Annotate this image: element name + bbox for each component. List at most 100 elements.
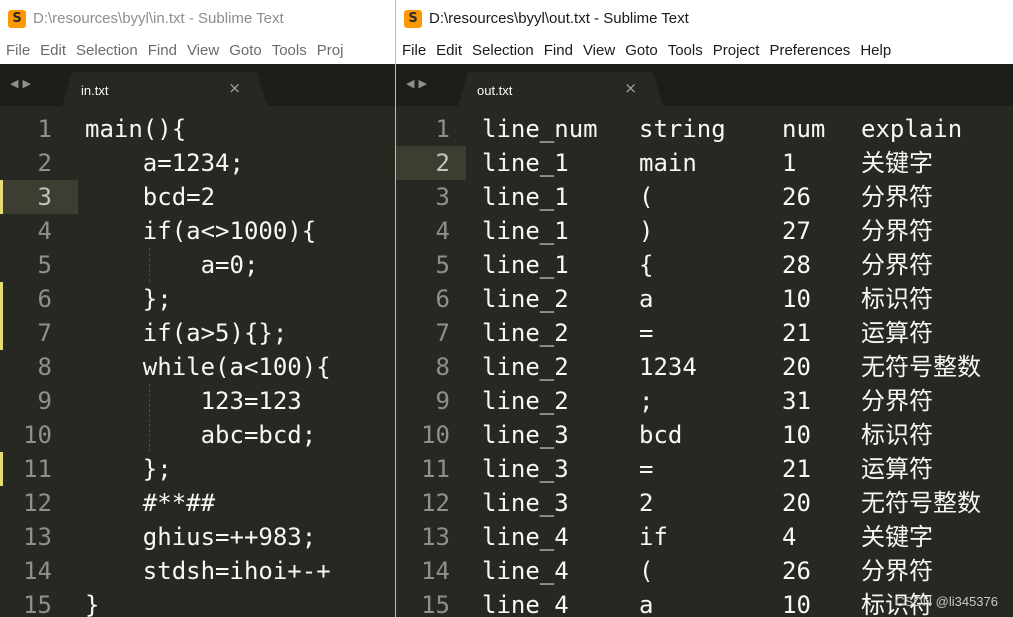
line-number: 14 [23, 557, 52, 585]
header-row: 1 line_num string num explain [396, 112, 1013, 146]
cell-string: { [639, 251, 654, 279]
cell-num: num [782, 115, 826, 143]
code-text: a=0; [85, 251, 259, 279]
menu-view[interactable]: View [581, 42, 623, 59]
code-line: 7 if(a>5){}; [0, 316, 395, 350]
cell-explain: 分界符 [861, 251, 933, 279]
menu-edit[interactable]: Edit [434, 42, 470, 59]
code-line: 8 while(a<100){ [0, 350, 395, 384]
cell-num: 31 [782, 387, 811, 415]
title-bar[interactable]: S D:\resources\byyl\out.txt - Sublime Te… [396, 0, 1013, 37]
line-number: 10 [23, 421, 52, 449]
menu-preferences[interactable]: Preferences [767, 42, 858, 59]
code-line: 13 ghius=++983; [0, 520, 395, 554]
close-icon[interactable]: × [624, 79, 637, 97]
menu-find[interactable]: Find [146, 42, 185, 59]
menu-proj[interactable]: Proj [315, 42, 352, 59]
cell-num: 26 [782, 557, 811, 585]
code-line: 3 bcd=2 [0, 180, 215, 214]
cell-num: 20 [782, 353, 811, 381]
table-row: 2 line_1 main 1 关键字 [396, 146, 1013, 180]
cell-explain: 关键字 [861, 523, 933, 551]
table-row: 12 line_3 2 20 无符号整数 [396, 486, 1013, 520]
cell-explain: 无符号整数 [861, 489, 981, 517]
line-number: 9 [37, 387, 52, 415]
code-line: 12 #**## [0, 486, 395, 520]
cell-explain: 分界符 [861, 387, 933, 415]
cell-line-num: line_1 [482, 217, 569, 245]
menu-selection[interactable]: Selection [470, 42, 542, 59]
menu-file[interactable]: File [400, 42, 434, 59]
code-line: 1 main(){ [0, 112, 395, 146]
cell-line-num: line_2 [482, 285, 569, 313]
table-row: 5 line_1 {28 分界符 [396, 248, 1013, 282]
line-number: 15 [421, 591, 450, 617]
window-title: D:\resources\byyl\out.txt - Sublime Text [429, 10, 689, 27]
tab-bar: ◀▶ in.txt × [0, 64, 395, 106]
menu-project[interactable]: Project [711, 42, 768, 59]
menu-goto[interactable]: Goto [227, 42, 270, 59]
tab-out-txt[interactable]: out.txt × [458, 72, 663, 106]
line-number: 9 [435, 387, 450, 415]
cell-line-num: line_2 [482, 319, 569, 347]
cell-line-num: line_3 [482, 455, 569, 483]
table-row: 11 line_3 = 21 运算符 [396, 452, 1013, 486]
menu-tools[interactable]: Tools [270, 42, 315, 59]
cell-string: string [639, 115, 726, 143]
code-text: a=1234; [85, 149, 244, 177]
tab-nav-arrows-icon[interactable]: ◀▶ [406, 77, 431, 90]
cell-num: 20 [782, 489, 811, 517]
cell-num: 27 [782, 217, 811, 245]
cell-line-num: line_4 [482, 523, 569, 551]
line-number: 12 [23, 489, 52, 517]
cell-explain: 运算符 [861, 319, 933, 347]
tab-nav-arrows-icon[interactable]: ◀▶ [10, 77, 35, 90]
menu-edit[interactable]: Edit [38, 42, 74, 59]
code-line: 4 if(a<>1000){ [0, 214, 395, 248]
tab-label: in.txt [81, 83, 109, 98]
line-number: 14 [421, 557, 450, 585]
line-number: 12 [421, 489, 450, 517]
cell-explain: 标识符 [861, 285, 933, 313]
code-text: } [85, 591, 100, 617]
line-number: 7 [37, 319, 52, 347]
line-number: 15 [23, 591, 52, 617]
close-icon[interactable]: × [228, 79, 241, 97]
menu-help[interactable]: Help [858, 42, 899, 59]
cell-num: 21 [782, 319, 811, 347]
menu-tools[interactable]: Tools [666, 42, 711, 59]
code-line: 5 a=0; [0, 248, 395, 282]
line-number: 1 [37, 115, 52, 143]
menu-bar: File Edit Selection Find View Goto Tools Proj [0, 37, 395, 64]
table-row: 13 line_4 if 4 关键字 [396, 520, 1013, 554]
line-number: 5 [37, 251, 52, 279]
table-row: 3 line_1 (26 分界符 [396, 180, 1013, 214]
cell-string: = [639, 455, 654, 483]
cell-string: ( [639, 557, 654, 585]
menu-goto[interactable]: Goto [623, 42, 666, 59]
cell-line-num: line_4 [482, 591, 569, 617]
cell-string: = [639, 319, 654, 347]
text-editor[interactable]: 1 line_num string num explain 2 line_1 main 1 关键字… [396, 106, 1013, 617]
tab-in-txt[interactable]: in.txt × [62, 72, 267, 106]
cell-line-num: line_1 [482, 251, 569, 279]
cell-string: ) [639, 217, 654, 245]
line-number: 4 [37, 217, 52, 245]
line-number: 7 [435, 319, 450, 347]
sublime-logo-icon: S [404, 9, 422, 28]
cell-num: 26 [782, 183, 811, 211]
cell-num: 21 [782, 455, 811, 483]
menu-selection[interactable]: Selection [74, 42, 146, 59]
cell-string: bcd [639, 421, 683, 449]
code-text: main(){ [85, 115, 187, 143]
line-number: 10 [421, 421, 450, 449]
code-text: while(a<100){ [85, 353, 331, 381]
title-bar[interactable]: S D:\resources\byyl\in.txt - Sublime Tex… [0, 0, 395, 37]
code-editor[interactable]: 1 main(){2 a=1234; 3 bcd=2 4 if(a<>1000){5 … [0, 106, 395, 617]
indent-guide [149, 384, 150, 452]
menu-find[interactable]: Find [542, 42, 581, 59]
code-text: 123=123 [85, 387, 302, 415]
menu-file[interactable]: File [4, 42, 38, 59]
cell-line-num: line_3 [482, 421, 569, 449]
menu-view[interactable]: View [185, 42, 227, 59]
